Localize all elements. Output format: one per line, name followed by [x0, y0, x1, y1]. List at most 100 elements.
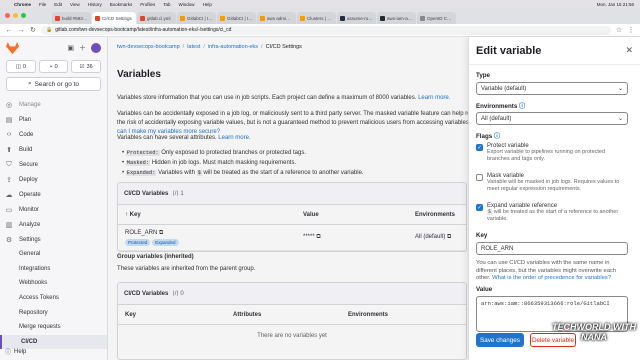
address-bar: ← → ↻ 🔒 gitlab.com/twn-devsecops-bootcam… — [0, 24, 640, 37]
browser-tab[interactable]: assume-role-with — [337, 12, 376, 24]
zoom-window-button[interactable] — [21, 13, 26, 18]
browser-tab[interactable]: aws admin | IAM — [257, 12, 296, 24]
key-input[interactable]: ROLE_ARN — [476, 242, 628, 255]
sidebar-subitem-webhooks[interactable]: Webhooks — [0, 276, 107, 291]
browser-tab[interactable]: gitlab.ci.yml — [137, 12, 176, 24]
browser-tab[interactable]: GitlabCI | IAM — [177, 12, 216, 24]
star-icon[interactable]: ☆ — [615, 26, 623, 34]
minimize-window-button[interactable] — [13, 13, 18, 18]
close-window-button[interactable] — [5, 13, 10, 18]
tab-label: build #59346... — [62, 15, 88, 21]
sidebar-item-build[interactable]: ⬆ Build — [0, 142, 107, 157]
tab-label: OpenID Connect — [427, 15, 453, 21]
environments-label-text: Environments — [476, 103, 518, 110]
browser-tab[interactable]: build #59346... — [52, 12, 91, 24]
precedence-link[interactable]: What is the order of precedence for vari… — [492, 275, 611, 281]
search-icon: ⌕ — [27, 80, 32, 87]
favicon-icon — [180, 15, 185, 21]
browser-tab[interactable]: OpenID Connect — [417, 12, 456, 24]
sidebar-subitem-general[interactable]: General — [0, 247, 107, 262]
menu-tab[interactable]: Tab — [163, 2, 170, 7]
mask-variable-checkbox[interactable] — [476, 174, 483, 181]
help-button[interactable]: ⓘ Help — [5, 347, 26, 357]
gitlab-logo-icon[interactable] — [6, 42, 19, 54]
menu-bookmarks[interactable]: Bookmarks — [110, 2, 133, 7]
sidebar-item-monitor[interactable]: ▭ Monitor — [0, 202, 107, 217]
sidebar-toggle-icon[interactable]: ▣ — [67, 44, 74, 52]
todos-count: 36 — [86, 63, 93, 70]
chart-icon: ▥ — [5, 221, 13, 229]
help-icon[interactable]: ⓘ — [519, 103, 525, 110]
favicon-icon — [340, 15, 345, 21]
sidebar-item-plan[interactable]: ▤ Plan — [0, 112, 107, 127]
sidebar-item-deploy[interactable]: ⇪ Deploy — [0, 172, 107, 187]
todos-count-button[interactable]: ☑ 36 — [71, 60, 102, 73]
sidebar-item-label: Build — [19, 146, 33, 153]
environment-select[interactable]: All (default) ⌄ — [476, 112, 628, 125]
plus-icon[interactable]: ＋ — [79, 43, 86, 53]
issues-count: 0 — [22, 63, 26, 70]
menu-profiles[interactable]: Profiles — [140, 2, 155, 7]
tab-label: gitlab.ci.yml — [147, 15, 171, 21]
menu-view[interactable]: View — [70, 2, 80, 7]
expand-variable-checkbox[interactable]: ✓ — [476, 204, 483, 211]
browser-tab-active[interactable]: CI/CD Settings — [92, 12, 136, 24]
issues-count-button[interactable]: ◫ 0 — [6, 60, 36, 73]
sidebar-item-label: Analyze — [19, 221, 41, 228]
sidebar-counters: ◫ 0 ⑂ 0 ☑ 36 — [0, 60, 107, 73]
users-icon: ◎ — [5, 101, 13, 109]
environments-label: Environments ⓘ — [476, 101, 525, 110]
avatar[interactable] — [91, 43, 101, 53]
sidebar-item-operate[interactable]: ☁ Operate — [0, 187, 107, 202]
menu-window[interactable]: Window — [179, 2, 195, 7]
drawer-backdrop — [108, 37, 468, 360]
sidebar-subitem-access-tokens[interactable]: Access Tokens — [0, 291, 107, 306]
sidebar-top: ▣ ＋ — [0, 37, 107, 59]
sidebar-item-code[interactable]: ‹› Code — [0, 127, 107, 142]
browser-tab[interactable]: GitlabCI | IAM — [217, 12, 256, 24]
favicon-icon — [55, 15, 60, 21]
merge-requests-count-button[interactable]: ⑂ 0 — [38, 60, 69, 73]
sidebar-item-analyze[interactable]: ▥ Analyze — [0, 217, 107, 232]
menu-file[interactable]: File — [39, 2, 46, 7]
app-menu[interactable]: Chrome — [14, 2, 31, 7]
back-icon[interactable]: ← — [5, 27, 13, 34]
menu-help[interactable]: Help — [203, 2, 212, 7]
sidebar-subitem-integrations[interactable]: Integrations — [0, 262, 107, 277]
key-label: Key — [476, 232, 488, 239]
favicon-icon — [140, 15, 145, 21]
deploy-icon: ⇪ — [6, 176, 12, 184]
value-label: Value — [476, 286, 493, 293]
browser-tab[interactable]: Clusters | Elastic — [297, 12, 336, 24]
sidebar-item-settings[interactable]: ⚙ Settings — [0, 232, 107, 247]
browser-tab[interactable]: aws-iam-auth — [377, 12, 416, 24]
edit-variable-drawer: Edit variable ✕ Type Variable (default) ⌄… — [468, 37, 640, 360]
sidebar-subitem-repository[interactable]: Repository — [0, 305, 107, 320]
protect-variable-checkbox[interactable]: ✓ — [476, 144, 483, 151]
reload-icon[interactable]: ↻ — [29, 26, 37, 34]
menu-edit[interactable]: Edit — [54, 2, 62, 7]
sidebar-item-label: Manage — [19, 101, 41, 108]
search-button[interactable]: ⌕ Search or go to — [6, 77, 101, 91]
browser-menu-icon[interactable]: ⋮ — [627, 26, 635, 34]
help-icon[interactable]: ⓘ — [494, 133, 500, 140]
protect-variable-option: ✓ Protect variable Export variable to pip… — [476, 143, 628, 162]
clock: Mon. Jan 15 21:56 — [596, 1, 634, 7]
url-field[interactable]: 🔒 gitlab.com/twn-devsecops-bootcamp/late… — [41, 25, 611, 35]
lock-icon: 🔒 — [46, 27, 53, 33]
sidebar-item-manage[interactable]: ◎ Manage — [0, 97, 107, 112]
favicon-icon — [220, 15, 225, 21]
sidebar-item-secure[interactable]: ⛉ Secure — [0, 157, 107, 172]
forward-icon[interactable]: → — [17, 27, 25, 34]
save-changes-button[interactable]: Save changes — [476, 333, 524, 347]
type-select[interactable]: Variable (default) ⌄ — [476, 82, 628, 95]
menu-history[interactable]: History — [88, 2, 102, 7]
sidebar: ▣ ＋ ◫ 0 ⑂ 0 ☑ 36 ⌕ Search or go to ◎ Manage ▤… — [0, 37, 108, 360]
sidebar-item-label: Code — [19, 131, 34, 138]
tab-label: Clusters | Elastic — [307, 15, 333, 21]
sidebar-subitem-merge-requests[interactable]: Merge requests — [0, 320, 107, 335]
tab-label: aws admin | IAM — [267, 15, 293, 21]
close-icon[interactable]: ✕ — [625, 45, 633, 56]
sidebar-item-label: Plan — [19, 116, 32, 123]
tab-label: assume-role-with — [347, 15, 373, 21]
